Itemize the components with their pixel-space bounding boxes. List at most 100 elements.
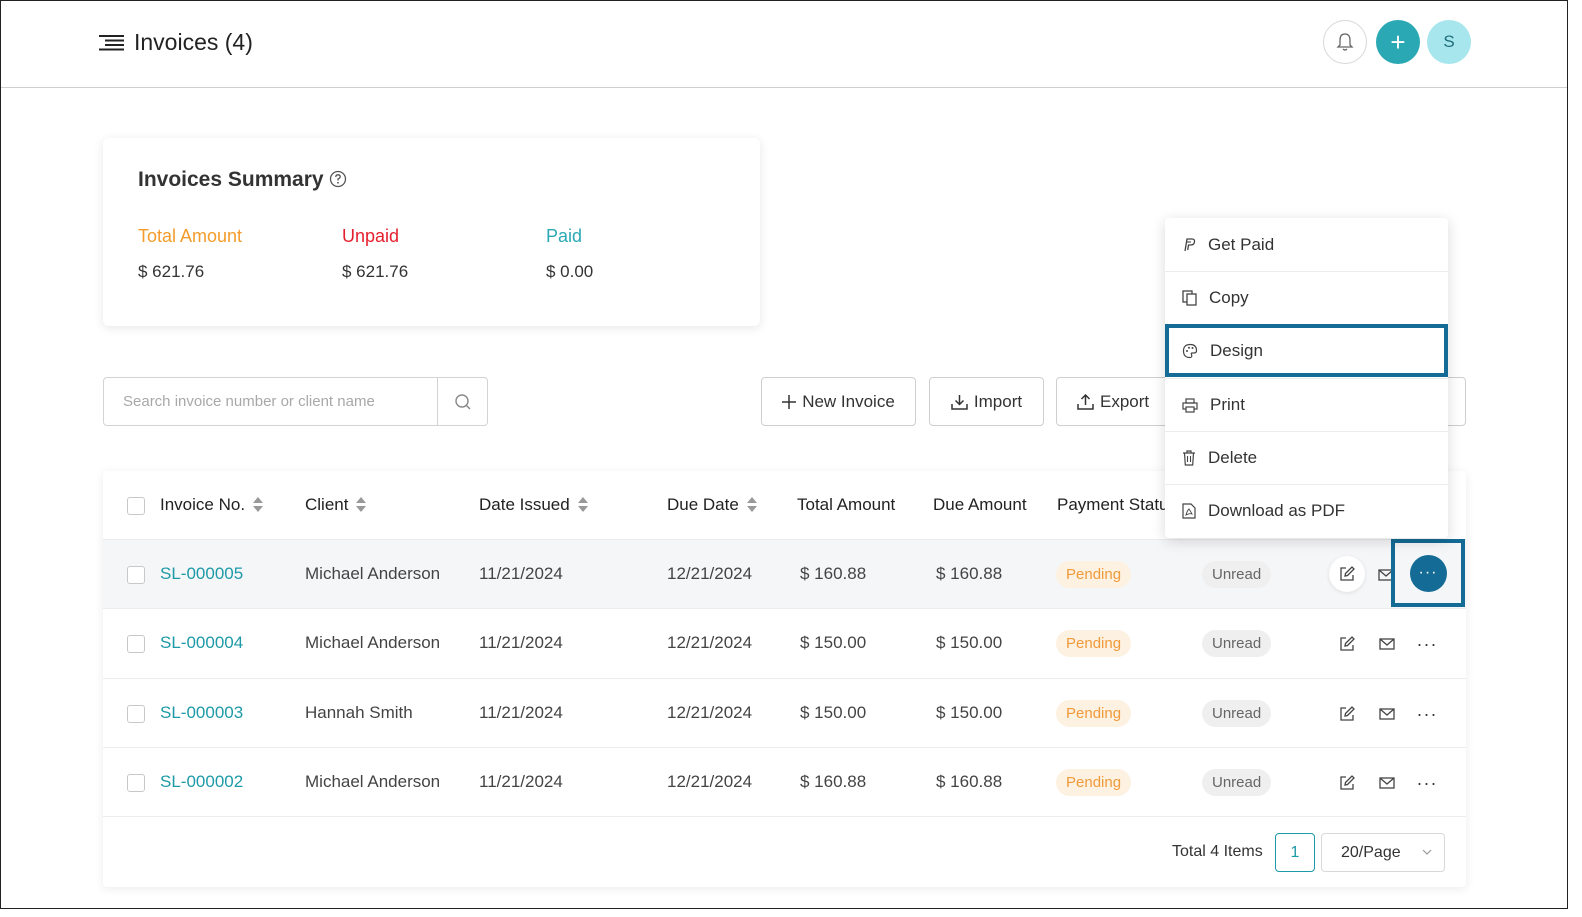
page-size-select[interactable]: 20/Page <box>1321 833 1445 872</box>
palette-icon <box>1182 343 1198 358</box>
page-size-value: 20/Page <box>1341 843 1401 861</box>
client-name: Michael Anderson <box>305 633 441 652</box>
read-status-badge: Unread <box>1202 561 1272 588</box>
mail-icon <box>1379 708 1395 720</box>
menu-icon[interactable] <box>99 35 124 51</box>
column-header-payment-status: Payment Status <box>1057 495 1178 514</box>
divider <box>103 816 1466 817</box>
total-amount: $ 150.00 <box>800 633 867 652</box>
search-box <box>103 377 488 426</box>
edit-icon <box>1340 636 1355 651</box>
copy-icon <box>1182 290 1197 306</box>
stat-label-total: Total Amount <box>138 226 243 246</box>
invoice-number-link[interactable]: SL-000004 <box>160 633 243 653</box>
more-actions-highlight: ··· <box>1391 539 1465 607</box>
printer-icon <box>1182 397 1198 413</box>
edit-button[interactable] <box>1332 629 1362 659</box>
search-icon <box>454 393 470 409</box>
new-invoice-button[interactable]: New Invoice <box>761 377 916 426</box>
add-button[interactable]: + <box>1376 20 1420 64</box>
column-header-due-date[interactable]: Due Date <box>667 495 757 515</box>
due-date: 12/21/2024 <box>667 564 753 583</box>
email-button[interactable] <box>1372 768 1402 798</box>
menu-item-copy[interactable]: Copy <box>1165 271 1448 324</box>
client-name: Hannah Smith <box>305 703 413 722</box>
search-input[interactable] <box>104 378 437 425</box>
invoice-number-link[interactable]: SL-000005 <box>160 564 243 584</box>
column-header-total-amount: Total Amount <box>797 495 896 514</box>
row-checkbox[interactable] <box>127 705 145 723</box>
total-items: Total 4 Items <box>1172 843 1263 860</box>
notifications-button[interactable] <box>1323 20 1367 64</box>
mail-icon <box>1379 777 1395 789</box>
import-button[interactable]: Import <box>929 377 1044 426</box>
page-number-button[interactable]: 1 <box>1275 833 1315 872</box>
export-label: Export <box>1100 391 1150 411</box>
edit-button[interactable] <box>1332 768 1362 798</box>
search-button[interactable] <box>437 378 487 425</box>
table-row[interactable]: SL-000005 Michael Anderson 11/21/2024 12… <box>103 539 1466 608</box>
column-header-due-amount: Due Amount <box>933 495 1027 514</box>
status-badge: Pending <box>1056 700 1132 727</box>
row-checkbox[interactable] <box>127 566 145 584</box>
sort-icon[interactable] <box>356 497 367 513</box>
chevron-down-icon <box>1422 849 1432 855</box>
avatar-letter: S <box>1443 32 1455 51</box>
import-label: Import <box>973 391 1023 411</box>
download-icon <box>951 394 968 410</box>
more-actions-button[interactable]: ··· <box>1412 768 1442 798</box>
due-amount: $ 150.00 <box>936 633 1003 652</box>
top-bar: Invoices (4) + S <box>1 1 1567 88</box>
stat-label-unpaid: Unpaid <box>342 226 400 246</box>
date-issued: 11/21/2024 <box>479 633 563 652</box>
row-actions-menu: Get Paid Copy Design Print Delete Downlo… <box>1165 218 1448 538</box>
sort-icon[interactable] <box>253 497 264 513</box>
more-icon: ··· <box>1416 704 1438 724</box>
menu-item-delete[interactable]: Delete <box>1165 431 1448 484</box>
sort-icon[interactable] <box>746 497 757 513</box>
read-status-badge: Unread <box>1202 700 1272 727</box>
invoices-summary-card: Invoices Summary Total Amount $ 621.76 U… <box>103 138 760 326</box>
sort-icon[interactable] <box>577 497 588 513</box>
menu-item-design[interactable]: Design <box>1165 324 1448 377</box>
column-header-invoice-no[interactable]: Invoice No. <box>160 495 264 515</box>
table-row[interactable]: SL-000003 Hannah Smith 11/21/2024 12/21/… <box>103 678 1466 747</box>
row-checkbox[interactable] <box>127 774 145 792</box>
stat-value-paid: $ 0.00 <box>546 262 594 281</box>
total-amount: $ 160.88 <box>800 564 867 583</box>
table-row[interactable]: SL-000004 Michael Anderson 11/21/2024 12… <box>103 608 1466 677</box>
menu-item-download-pdf[interactable]: Download as PDF <box>1165 484 1448 537</box>
stat-value-unpaid: $ 621.76 <box>342 262 409 281</box>
plus-icon: + <box>1390 26 1406 57</box>
invoice-number-link[interactable]: SL-000003 <box>160 703 243 723</box>
avatar[interactable]: S <box>1427 20 1471 64</box>
table-row[interactable]: SL-000002 Michael Anderson 11/21/2024 12… <box>103 747 1466 816</box>
stat-label-paid: Paid <box>546 226 583 246</box>
new-invoice-label: New Invoice <box>802 391 895 411</box>
menu-item-print[interactable]: Print <box>1165 378 1448 431</box>
more-actions-button-active[interactable]: ··· <box>1409 554 1447 592</box>
column-header-client[interactable]: Client <box>305 495 367 515</box>
due-amount: $ 150.00 <box>936 703 1003 722</box>
edit-button[interactable] <box>1329 556 1365 592</box>
mail-icon <box>1379 638 1395 650</box>
plus-icon <box>782 394 797 409</box>
menu-item-get-paid[interactable]: Get Paid <box>1165 218 1448 271</box>
date-issued: 11/21/2024 <box>479 703 563 722</box>
email-button[interactable] <box>1372 699 1402 729</box>
more-icon: ··· <box>1418 564 1438 581</box>
read-status-badge: Unread <box>1202 769 1272 796</box>
due-date: 12/21/2024 <box>667 633 753 652</box>
pdf-icon <box>1182 503 1196 519</box>
more-actions-button[interactable]: ··· <box>1412 699 1442 729</box>
row-checkbox[interactable] <box>127 635 145 653</box>
column-header-date-issued[interactable]: Date Issued <box>479 495 588 515</box>
total-amount: $ 150.00 <box>800 703 867 722</box>
app-window: Invoices (4) + S Invoices Summary Total … <box>0 0 1568 909</box>
email-button[interactable] <box>1372 629 1402 659</box>
help-icon[interactable] <box>329 170 347 188</box>
edit-button[interactable] <box>1332 699 1362 729</box>
select-all-checkbox[interactable] <box>127 497 145 515</box>
more-actions-button[interactable]: ··· <box>1412 629 1442 659</box>
invoice-number-link[interactable]: SL-000002 <box>160 772 243 792</box>
